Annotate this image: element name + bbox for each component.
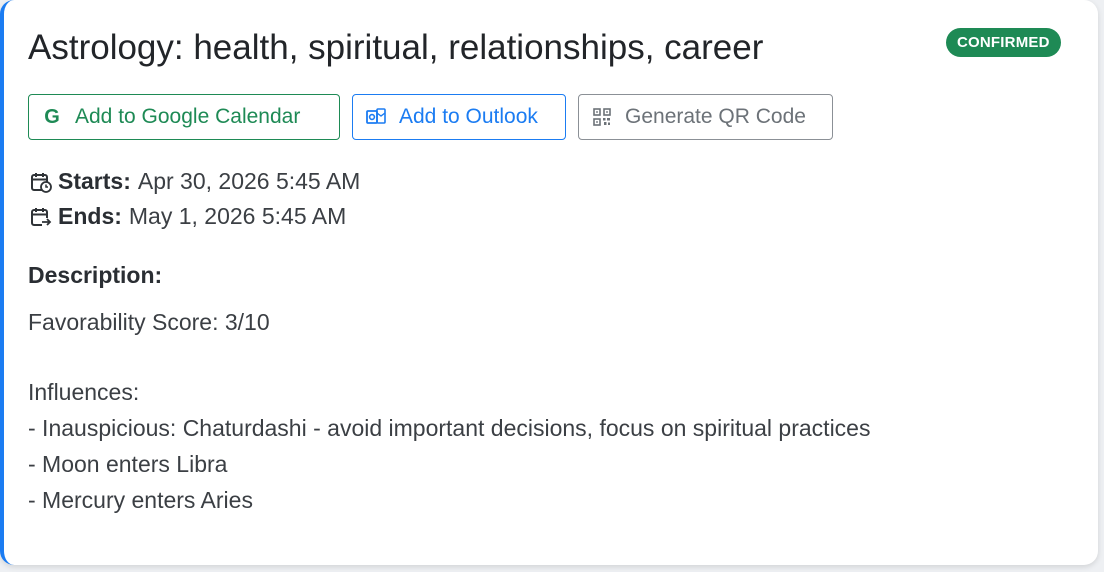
end-value: May 1, 2026 5:45 AM — [128, 203, 347, 229]
qr-code-icon — [591, 106, 613, 128]
description-heading: Description: — [28, 262, 163, 288]
generate-qr-code-button[interactable]: Generate QR Code — [578, 94, 833, 140]
qr-button-label: Generate QR Code — [625, 105, 806, 128]
start-time-row: Starts: Apr 30, 2026 5:45 AM — [30, 168, 360, 195]
calendar-clock-icon — [30, 171, 52, 193]
start-label: Starts: — [58, 168, 131, 194]
google-button-label: Add to Google Calendar — [75, 105, 301, 128]
end-time-row: Ends: May 1, 2026 5:45 AM — [30, 203, 346, 230]
outlook-icon — [365, 106, 387, 128]
description-body: Favorability Score: 3/10 Influences: - I… — [28, 304, 870, 518]
add-to-google-calendar-button[interactable]: G Add to Google Calendar — [28, 94, 340, 140]
start-value: Apr 30, 2026 5:45 AM — [137, 168, 361, 194]
add-to-outlook-button[interactable]: Add to Outlook — [352, 94, 566, 140]
outlook-button-label: Add to Outlook — [399, 105, 538, 128]
google-g-icon: G — [44, 105, 60, 128]
influences-heading: Influences: — [28, 379, 140, 405]
influence-item: - Moon enters Libra — [28, 451, 228, 477]
influence-item: - Inauspicious: Chaturdashi - avoid impo… — [28, 415, 871, 441]
event-card: Astrology: health, spiritual, relationsh… — [0, 0, 1098, 565]
event-title: Astrology: health, spiritual, relationsh… — [28, 28, 764, 67]
calendar-arrow-icon — [30, 206, 52, 228]
favorability-score: Favorability Score: 3/10 — [28, 309, 270, 335]
status-badge: CONFIRMED — [946, 28, 1061, 57]
end-label: Ends: — [58, 203, 122, 229]
influence-item: - Mercury enters Aries — [28, 487, 253, 513]
